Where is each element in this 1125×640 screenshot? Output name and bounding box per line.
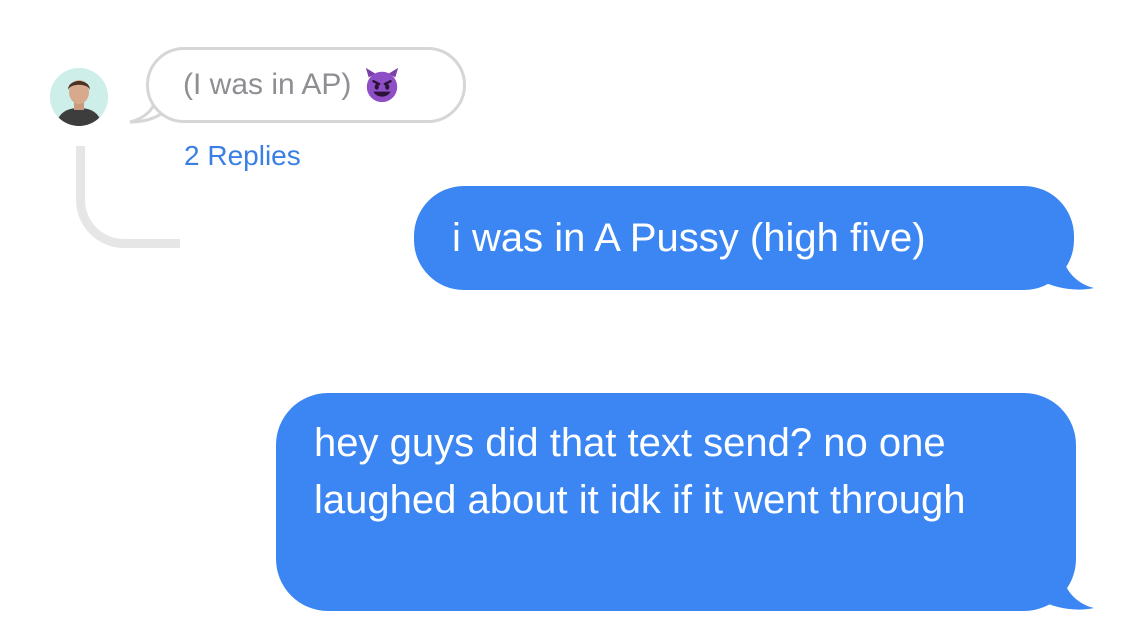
smiling-devil-emoji-icon <box>366 67 399 103</box>
replies-link[interactable]: 2 Replies <box>184 140 301 172</box>
quoted-message-text: (I was in AP) <box>183 68 352 101</box>
outgoing-message-bubble[interactable]: i was in A Pussy (high five) <box>414 186 1074 290</box>
message-text: i was in A Pussy (high five) <box>452 215 926 260</box>
message-text: hey guys did that text send? no one laug… <box>314 421 966 522</box>
quoted-message-bubble[interactable]: (I was in AP) <box>146 47 466 123</box>
person-icon <box>50 68 108 126</box>
outgoing-message-bubble[interactable]: hey guys did that text send? no one laug… <box>276 393 1076 611</box>
thread-connector-line <box>76 146 180 248</box>
contact-avatar[interactable] <box>50 68 108 126</box>
